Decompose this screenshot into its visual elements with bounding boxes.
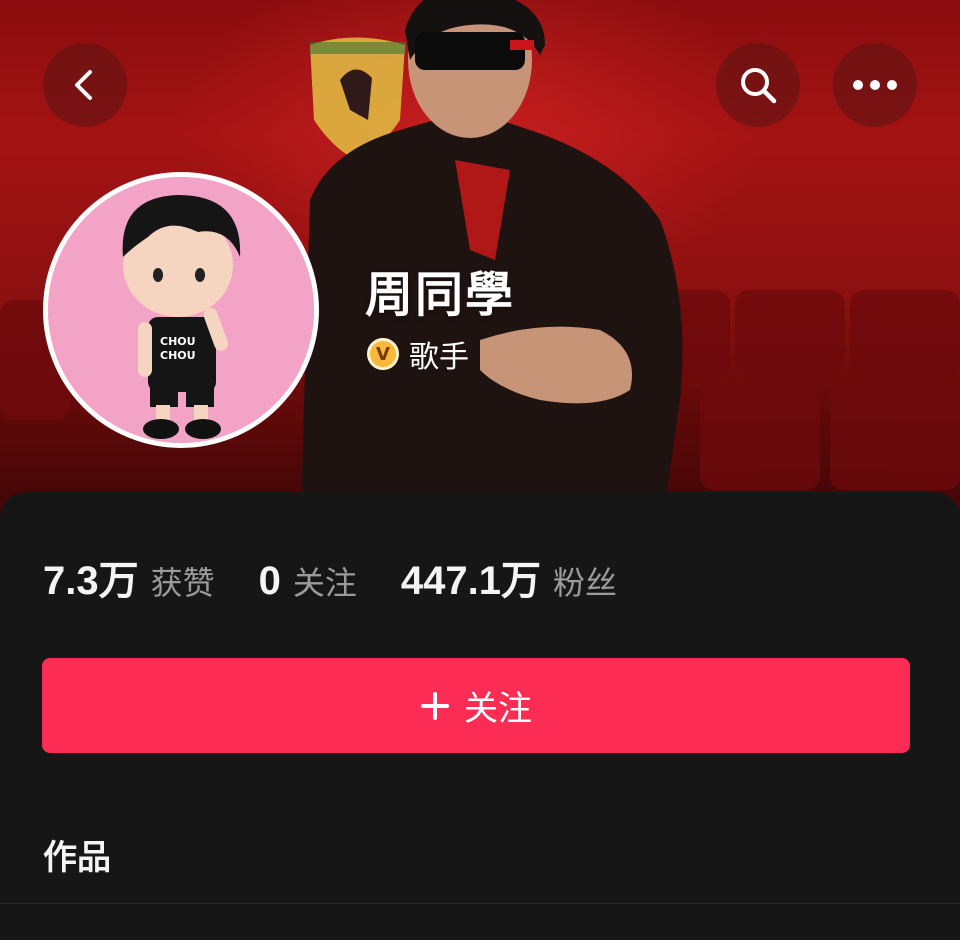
profile-name: 周同學	[365, 267, 516, 323]
more-horizontal-icon	[853, 80, 897, 90]
follow-button-label: 关注	[464, 689, 532, 729]
more-button[interactable]	[833, 43, 917, 127]
profile-banner: CHOU CHOU 周同學 V 歌手	[0, 0, 960, 540]
avatar[interactable]: CHOU CHOU	[43, 172, 319, 448]
stat-likes-value: 7.3万	[43, 559, 139, 603]
stat-likes-label: 获赞	[150, 564, 215, 602]
svg-text:CHOU: CHOU	[160, 335, 196, 348]
search-icon	[741, 68, 777, 104]
avatar-figure-image: CHOU CHOU	[48, 177, 314, 443]
stat-following[interactable]: 0 关注	[259, 558, 357, 604]
verified-badge-letter: V	[376, 343, 390, 365]
search-button[interactable]	[716, 43, 800, 127]
stats-row: 7.3万 获赞 0 关注 447.1万 粉丝	[43, 548, 661, 606]
stat-following-value: 0	[258, 559, 281, 603]
verified-role: V 歌手	[367, 332, 469, 376]
works-section-title[interactable]: 作品	[43, 830, 111, 879]
stat-likes[interactable]: 7.3万 获赞	[43, 548, 215, 606]
stat-followers[interactable]: 447.1万 粉丝	[401, 548, 617, 606]
divider	[0, 903, 960, 904]
stat-following-label: 关注	[292, 564, 357, 602]
follow-button[interactable]: 关注	[42, 658, 910, 753]
verified-badge-icon: V	[367, 338, 399, 370]
chevron-left-icon	[75, 70, 92, 100]
svg-text:CHOU: CHOU	[160, 349, 196, 362]
stat-followers-value: 447.1万	[400, 559, 541, 603]
role-label: 歌手	[409, 340, 469, 375]
plus-icon	[420, 691, 450, 721]
stat-followers-label: 粉丝	[553, 564, 618, 602]
back-button[interactable]	[43, 43, 127, 127]
